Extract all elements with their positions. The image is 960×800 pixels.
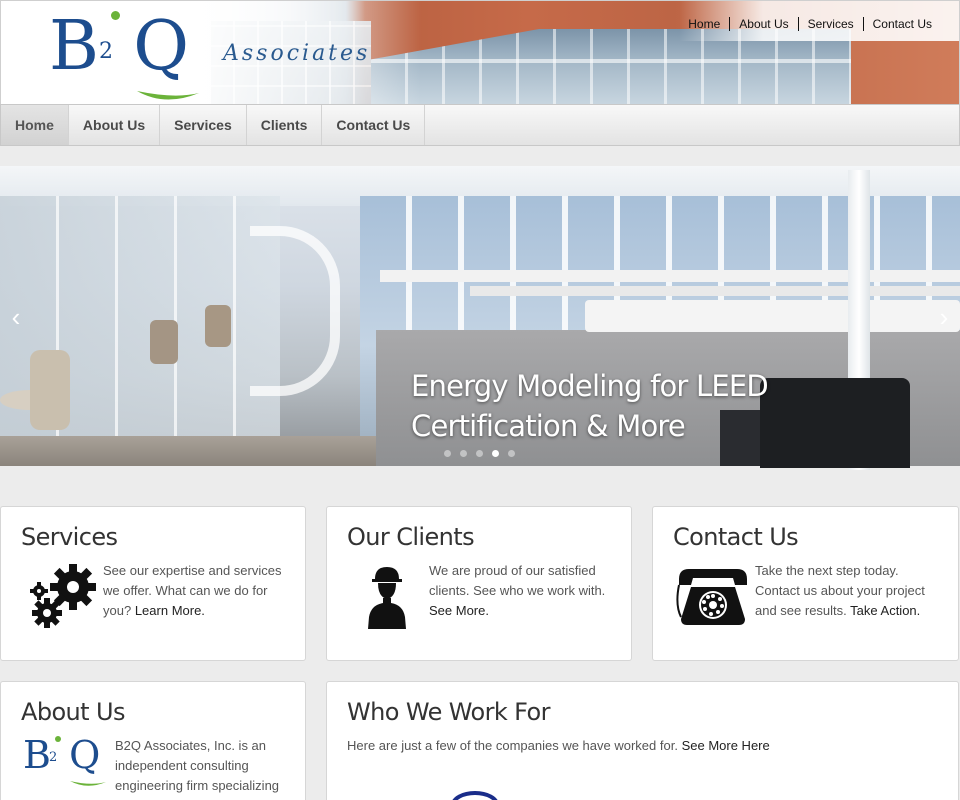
- slide-chair-left: [30, 350, 70, 430]
- logo-tagline: Associates: [223, 41, 371, 66]
- slide-chair-left-3: [205, 305, 231, 347]
- nav-item-contact[interactable]: Contact Us: [322, 105, 426, 145]
- slider-next-arrow-icon[interactable]: ›: [934, 302, 954, 332]
- about-box: About Us B Q 2 B2Q Associates, Inc. is a…: [0, 681, 306, 800]
- logo-green-dot: [111, 11, 120, 20]
- clients-box: Our Clients We are proud of our satisfie…: [326, 506, 632, 661]
- top-utility-links: Home About Us Services Contact Us: [679, 17, 941, 31]
- site-header: B​ Q 2 Associates Home About Us Services…: [0, 0, 960, 104]
- about-title: About Us: [21, 698, 125, 726]
- contact-title: Contact Us: [673, 523, 799, 551]
- about-text: B2Q Associates, Inc. is an independent c…: [115, 738, 280, 793]
- slider-prev-arrow-icon[interactable]: ‹: [6, 302, 26, 332]
- slide-chair-left-2: [150, 320, 178, 364]
- top-link-services[interactable]: Services: [797, 17, 863, 31]
- logo-two: 2: [99, 39, 113, 64]
- partner-logo-icon: [452, 791, 498, 800]
- hardhat-worker-icon: [368, 567, 406, 629]
- contact-take-action-link[interactable]: Take Action.: [850, 603, 920, 618]
- clients-title: Our Clients: [347, 523, 475, 551]
- nav-item-home[interactable]: Home: [1, 105, 69, 145]
- mini-logo-wordmark: B Q: [23, 733, 100, 777]
- b2q-logo-icon: B Q 2: [21, 736, 109, 790]
- slide-desk: [380, 270, 960, 282]
- slide-counter: [585, 300, 960, 332]
- slide-caption-line-2: Certification & More: [411, 409, 686, 443]
- nav-item-services[interactable]: Services: [160, 105, 247, 145]
- slider-dot-active[interactable]: [492, 450, 499, 457]
- slider-dots: [444, 450, 515, 457]
- top-link-home[interactable]: Home: [679, 17, 729, 31]
- services-title: Services: [21, 523, 118, 551]
- clients-text: We are proud of our satisfied clients. S…: [429, 561, 619, 621]
- nav-item-clients[interactable]: Clients: [247, 105, 323, 145]
- main-nav: Home About Us Services Clients Contact U…: [0, 104, 960, 146]
- who-see-more-link[interactable]: See More Here: [682, 738, 770, 753]
- clients-see-more-link[interactable]: See More.: [429, 603, 489, 618]
- slider-dot[interactable]: [508, 450, 515, 457]
- contact-text: Take the next step today. Contact us abo…: [755, 561, 945, 621]
- clients-description: We are proud of our satisfied clients. S…: [429, 563, 606, 598]
- slide-caption-line-1: Energy Modeling for LEED: [411, 369, 769, 403]
- who-description: Here are just a few of the companies we …: [347, 738, 678, 753]
- who-we-work-for-box: Who We Work For Here are just a few of t…: [326, 681, 959, 800]
- top-link-about[interactable]: About Us: [729, 17, 797, 31]
- services-box: Services See our expertise and services …: [0, 506, 306, 661]
- services-learn-more-link[interactable]: Learn More.: [135, 603, 205, 618]
- who-title: Who We Work For: [347, 698, 550, 726]
- top-link-contact[interactable]: Contact Us: [862, 17, 941, 31]
- mini-logo-dot: [55, 736, 61, 742]
- slide-desk-2: [470, 286, 960, 296]
- slider-dot[interactable]: [444, 450, 451, 457]
- logo-wordmark: B​ Q: [49, 7, 189, 86]
- slider-dot[interactable]: [460, 450, 467, 457]
- site-logo[interactable]: B​ Q 2: [49, 11, 209, 101]
- contact-box: Contact Us Take the next step today. Con…: [652, 506, 959, 661]
- rotary-phone-icon: [676, 569, 747, 625]
- slide-caption: Energy Modeling for LEED Certification &…: [411, 366, 891, 446]
- mini-logo-two: 2: [49, 750, 58, 765]
- who-text: Here are just a few of the companies we …: [347, 736, 937, 756]
- nav-item-about[interactable]: About Us: [69, 105, 161, 145]
- gears-icon: [30, 564, 96, 628]
- slider-dot[interactable]: [476, 450, 483, 457]
- services-text: See our expertise and services we offer.…: [103, 561, 293, 621]
- mini-logo-swoosh-icon: [70, 781, 106, 786]
- slide-spiral-stair: [250, 226, 340, 396]
- logo-swoosh-icon: [137, 91, 199, 100]
